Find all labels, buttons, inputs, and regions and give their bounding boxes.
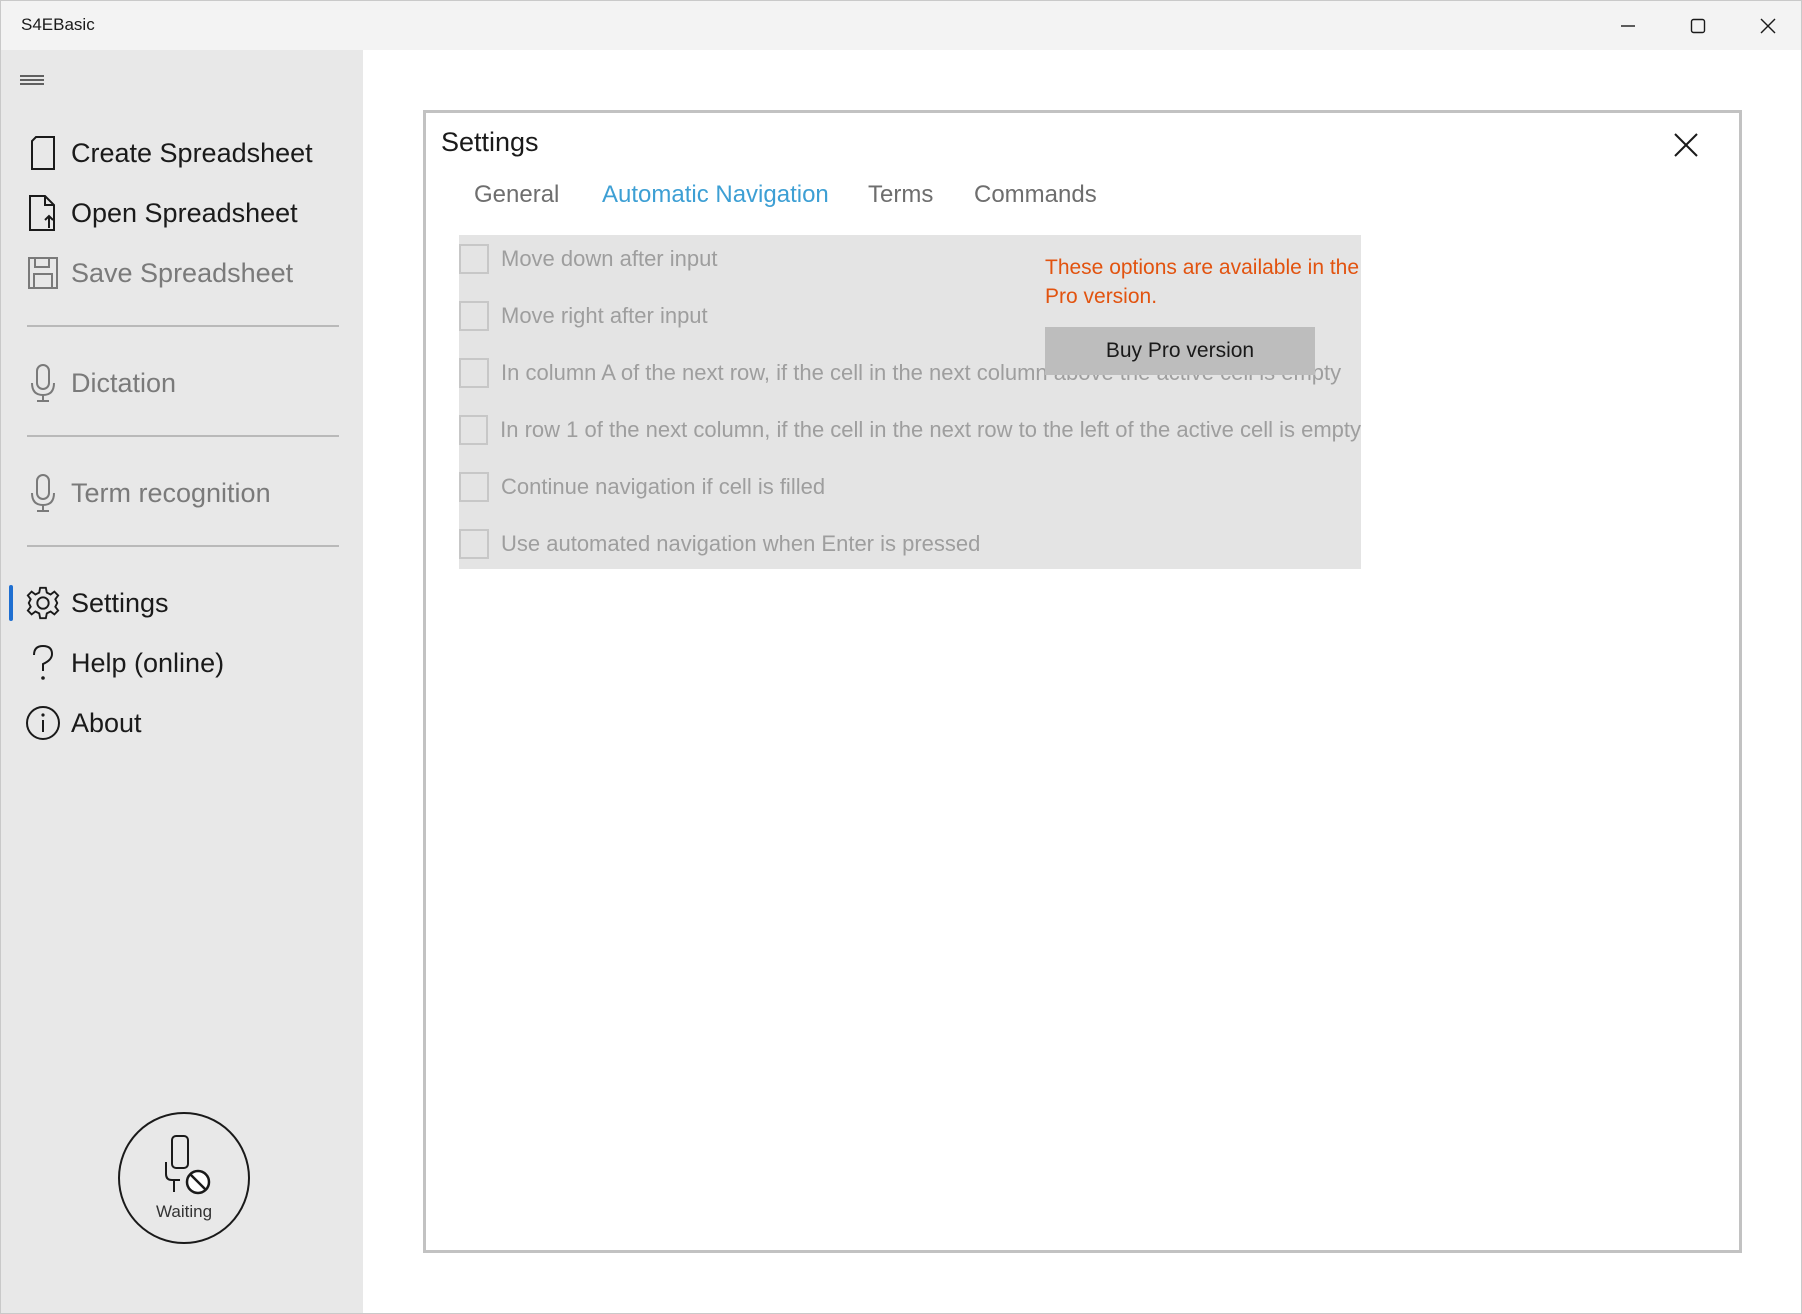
title-bar: S4EBasic [1, 1, 1801, 50]
gear-icon [25, 583, 61, 623]
option-row: Use automated navigation when Enter is p… [459, 524, 1361, 564]
pro-version-note: These options are available in the Pro v… [1045, 256, 1360, 308]
sidebar-divider [27, 435, 339, 437]
microphone-icon [25, 473, 61, 513]
option-label: Continue navigation if cell is filled [501, 474, 826, 499]
question-icon [25, 643, 61, 683]
close-icon [1674, 133, 1698, 157]
sidebar-divider [27, 545, 339, 547]
minimize-button[interactable] [1593, 1, 1663, 50]
sidebar-item-open-spreadsheet[interactable]: Open Spreadsheet [25, 189, 345, 237]
continue-if-filled-checkbox[interactable] [459, 472, 489, 502]
app-window: S4EBasic Create Spreadsheet Open Spreads… [0, 0, 1802, 1314]
sidebar-item-label: About [71, 707, 142, 738]
sidebar-item-label: Dictation [71, 367, 177, 398]
sidebar-item-label: Settings [71, 587, 169, 618]
minimize-icon [1621, 24, 1635, 27]
settings-tabs: General Automatic Navigation Terms Comma… [426, 181, 1739, 221]
sidebar: Create Spreadsheet Open Spreadsheet Save… [1, 50, 363, 1313]
sidebar-item-label: Help (online) [71, 647, 225, 678]
tab-terms[interactable]: Terms [868, 181, 933, 209]
tab-automatic-navigation[interactable]: Automatic Navigation [602, 181, 829, 209]
sidebar-item-help[interactable]: Help (online) [25, 639, 345, 687]
tab-general[interactable]: General [474, 181, 559, 209]
option-label: Use automated navigation when Enter is p… [501, 531, 981, 556]
maximize-icon [1690, 18, 1706, 33]
sidebar-item-save-spreadsheet[interactable]: Save Spreadsheet [25, 249, 345, 297]
sidebar-item-label: Create Spreadsheet [71, 137, 313, 168]
hamburger-menu-button[interactable] [19, 70, 49, 90]
sidebar-divider [27, 325, 339, 327]
sidebar-item-dictation[interactable]: Dictation [25, 359, 345, 407]
option-row: Continue navigation if cell is filled [459, 467, 1361, 507]
move-right-checkbox[interactable] [459, 301, 489, 331]
option-label: Move right after input [501, 303, 708, 328]
sidebar-item-label: Open Spreadsheet [71, 197, 298, 228]
sidebar-item-label: Save Spreadsheet [71, 257, 294, 288]
buy-pro-button[interactable]: Buy Pro version [1045, 327, 1315, 375]
microphone-off-icon [165, 1135, 211, 1195]
settings-panel: Settings General Automatic Navigation Te… [423, 110, 1742, 1253]
open-document-icon [25, 193, 61, 233]
microphone-status-button[interactable]: Waiting [118, 1112, 250, 1244]
enter-navigation-checkbox[interactable] [459, 529, 489, 559]
settings-close-button[interactable] [1666, 125, 1706, 165]
sidebar-item-term-recognition[interactable]: Term recognition [25, 469, 345, 517]
maximize-button[interactable] [1663, 1, 1733, 50]
microphone-status-label: Waiting [155, 1202, 213, 1221]
option-label: Move down after input [501, 246, 718, 271]
close-icon [1760, 18, 1776, 33]
option-row: In row 1 of the next column, if the cell… [459, 410, 1361, 450]
sidebar-item-about[interactable]: About [25, 699, 345, 747]
info-icon [25, 703, 61, 743]
hamburger-icon [20, 75, 44, 85]
microphone-icon [25, 363, 61, 403]
active-indicator [9, 585, 13, 621]
sidebar-item-label: Term recognition [71, 477, 271, 508]
save-icon [25, 253, 61, 293]
close-window-button[interactable] [1733, 1, 1801, 50]
row-1-next-column-checkbox[interactable] [459, 415, 489, 445]
sidebar-item-create-spreadsheet[interactable]: Create Spreadsheet [25, 129, 345, 177]
column-a-next-row-checkbox[interactable] [459, 358, 489, 388]
option-label: In row 1 of the next column, if the cell… [500, 417, 1361, 442]
settings-title: Settings [441, 127, 539, 157]
navigation-options: Move down after input Move right after i… [459, 235, 1361, 569]
new-document-icon [25, 133, 61, 173]
tab-commands[interactable]: Commands [974, 181, 1097, 209]
move-down-checkbox[interactable] [459, 244, 489, 274]
window-title: S4EBasic [21, 15, 95, 34]
sidebar-item-settings[interactable]: Settings [25, 579, 345, 627]
